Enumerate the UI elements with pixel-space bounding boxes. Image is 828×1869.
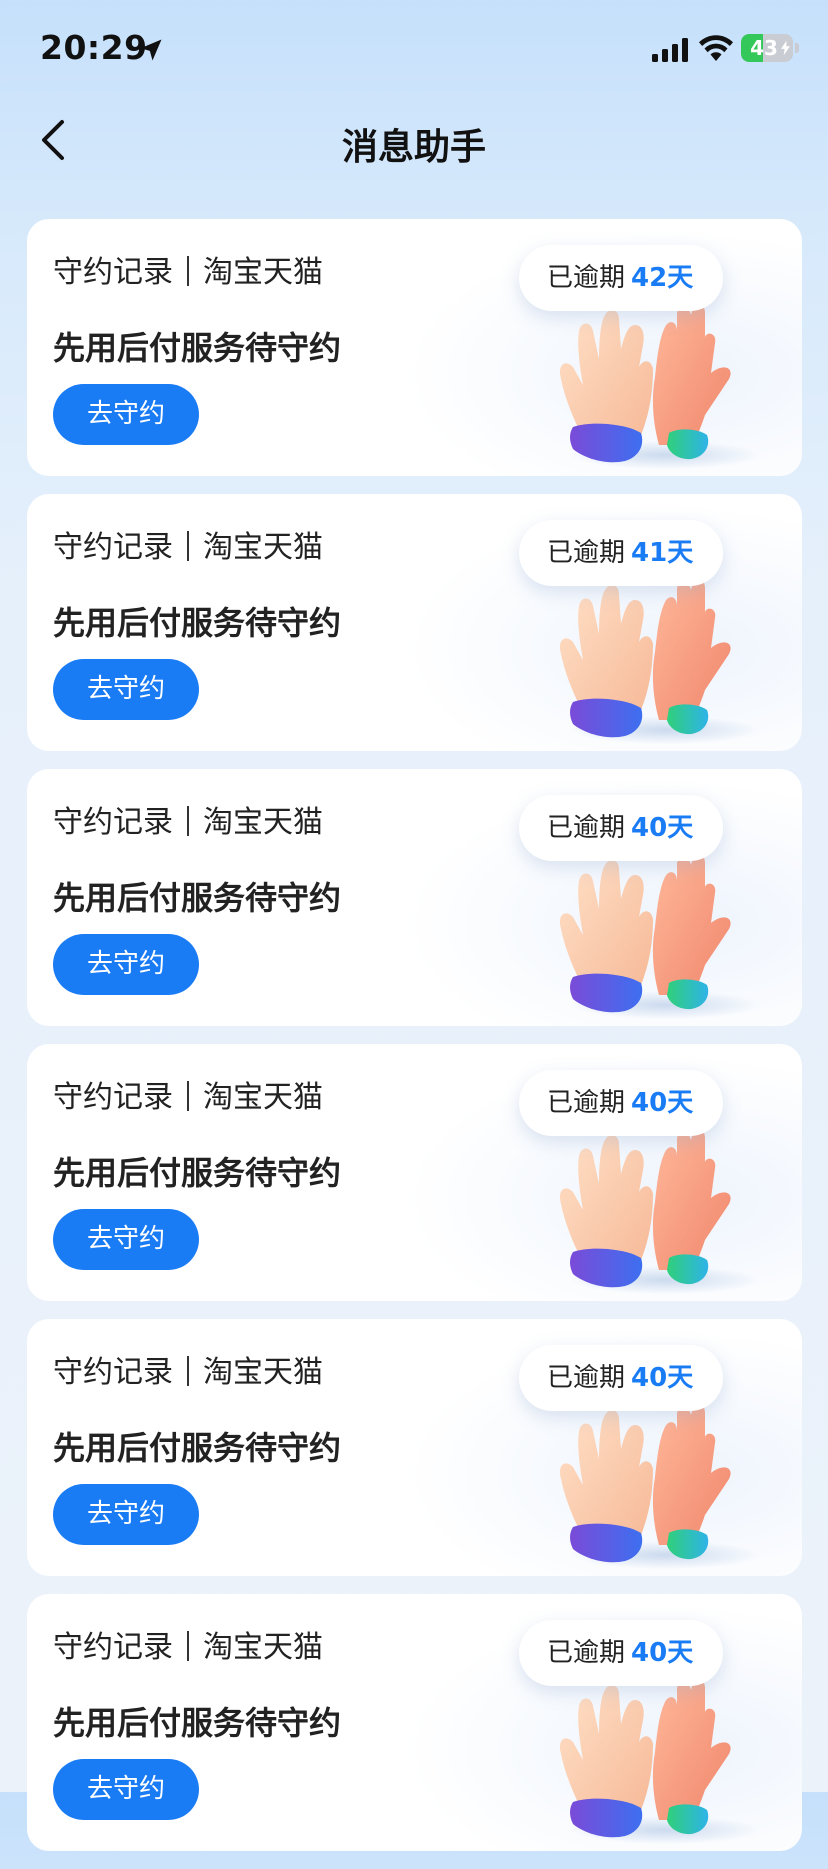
right-hand [652,1128,731,1270]
source-name: 淘宝天猫 [203,530,323,565]
source-divider [187,1356,189,1386]
overdue-label: 已逾期 [547,813,626,843]
source-name: 淘宝天猫 [203,1355,323,1390]
high-five-hands-icon [559,303,760,469]
signal-icon [652,38,688,62]
card-source: 守约记录 淘宝天猫 [53,247,323,291]
overdue-label: 已逾期 [547,1363,626,1393]
card-title: 先用后付服务待守约 [53,1704,342,1742]
source-type: 守约记录 [53,530,173,565]
overdue-days: 40天 [631,813,694,843]
high-five-hands-icon [559,578,760,744]
fulfill-button[interactable]: 去守约 [53,1484,199,1545]
overdue-days: 40天 [631,1363,694,1393]
message-card[interactable]: 守约记录 淘宝天猫 先用后付服务待守约 去守约 已逾期 40天 [27,1044,802,1301]
card-source: 守约记录 淘宝天猫 [53,522,323,566]
right-hand [652,1678,731,1820]
high-five-hands-icon [559,1678,760,1844]
high-five-hands-icon [559,853,760,1019]
status-bar: 20:29 43 [0,0,828,100]
card-source: 守约记录 淘宝天猫 [53,797,323,841]
overdue-label: 已逾期 [547,1088,626,1118]
source-divider [187,1081,189,1111]
overdue-badge: 已逾期 40天 [519,795,724,861]
nav-header: 消息助手 [0,100,828,180]
source-name: 淘宝天猫 [203,1080,323,1115]
message-card[interactable]: 守约记录 淘宝天猫 先用后付服务待守约 去守约 已逾期 42天 [27,219,802,476]
battery-charging-icon [781,40,790,56]
message-card[interactable]: 守约记录 淘宝天猫 先用后付服务待守约 去守约 已逾期 40天 [27,769,802,1026]
battery-indicator: 43 [741,34,793,62]
high-five-hands-icon [559,1403,760,1569]
source-type: 守约记录 [53,1355,173,1390]
overdue-days: 40天 [631,1088,694,1118]
overdue-badge: 已逾期 40天 [519,1345,724,1411]
overdue-badge: 已逾期 40天 [519,1070,724,1136]
message-card[interactable]: 守约记录 淘宝天猫 先用后付服务待守约 去守约 已逾期 40天 [27,1594,802,1851]
overdue-badge: 已逾期 42天 [519,245,724,311]
overdue-badge: 已逾期 41天 [519,520,724,586]
status-time: 20:29 [40,28,148,67]
overdue-label: 已逾期 [547,263,626,293]
source-type: 守约记录 [53,805,173,840]
source-name: 淘宝天猫 [203,255,323,290]
card-source: 守约记录 淘宝天猫 [53,1622,323,1666]
right-hand [652,578,731,720]
battery-cap [795,43,799,53]
fulfill-button[interactable]: 去守约 [53,1209,199,1270]
message-card[interactable]: 守约记录 淘宝天猫 先用后付服务待守约 去守约 已逾期 40天 [27,1319,802,1576]
source-type: 守约记录 [53,1630,173,1665]
overdue-days: 40天 [631,1638,694,1668]
right-hand [652,1403,731,1545]
message-card[interactable]: 守约记录 淘宝天猫 先用后付服务待守约 去守约 已逾期 41天 [27,494,802,751]
card-title: 先用后付服务待守约 [53,1154,342,1192]
card-title: 先用后付服务待守约 [53,879,342,917]
right-hand [652,853,731,995]
overdue-badge: 已逾期 40天 [519,1620,724,1686]
source-divider [187,256,189,286]
fulfill-button[interactable]: 去守约 [53,934,199,995]
overdue-label: 已逾期 [547,1638,626,1668]
source-type: 守约记录 [53,1080,173,1115]
source-divider [187,806,189,836]
source-divider [187,531,189,561]
source-name: 淘宝天猫 [203,805,323,840]
page-title: 消息助手 [341,127,486,168]
overdue-days: 42天 [631,263,694,293]
source-name: 淘宝天猫 [203,1630,323,1665]
overdue-label: 已逾期 [547,538,626,568]
card-source: 守约记录 淘宝天猫 [53,1072,323,1116]
source-type: 守约记录 [53,255,173,290]
fulfill-button[interactable]: 去守约 [53,384,199,445]
message-list: 守约记录 淘宝天猫 先用后付服务待守约 去守约 已逾期 42天 守约记录 淘宝天… [27,219,802,1869]
source-divider [187,1631,189,1661]
card-title: 先用后付服务待守约 [53,1429,342,1467]
card-title: 先用后付服务待守约 [53,604,342,642]
card-source: 守约记录 淘宝天猫 [53,1347,323,1391]
high-five-hands-icon [559,1128,760,1294]
right-hand [652,303,731,445]
overdue-days: 41天 [631,538,694,568]
card-title: 先用后付服务待守约 [53,329,342,367]
fulfill-button[interactable]: 去守约 [53,1759,199,1820]
fulfill-button[interactable]: 去守约 [53,659,199,720]
location-arrow-icon [140,39,162,61]
wifi-icon [699,35,733,61]
